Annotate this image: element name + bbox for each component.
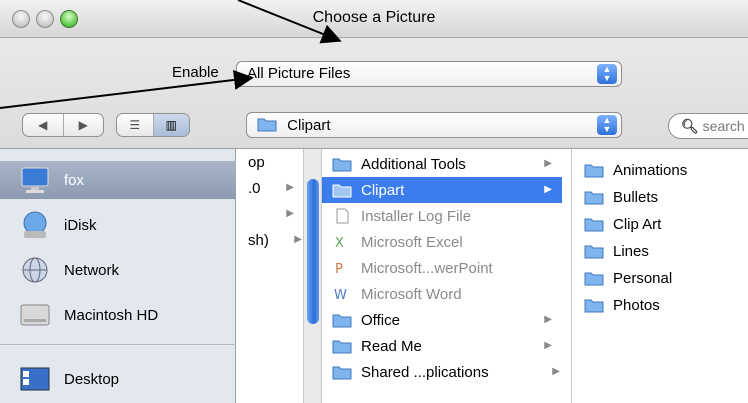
annotation-arrows: [0, 0, 342, 109]
annotation-arrow: [0, 69, 254, 109]
annotation-arrow: [237, 0, 342, 44]
